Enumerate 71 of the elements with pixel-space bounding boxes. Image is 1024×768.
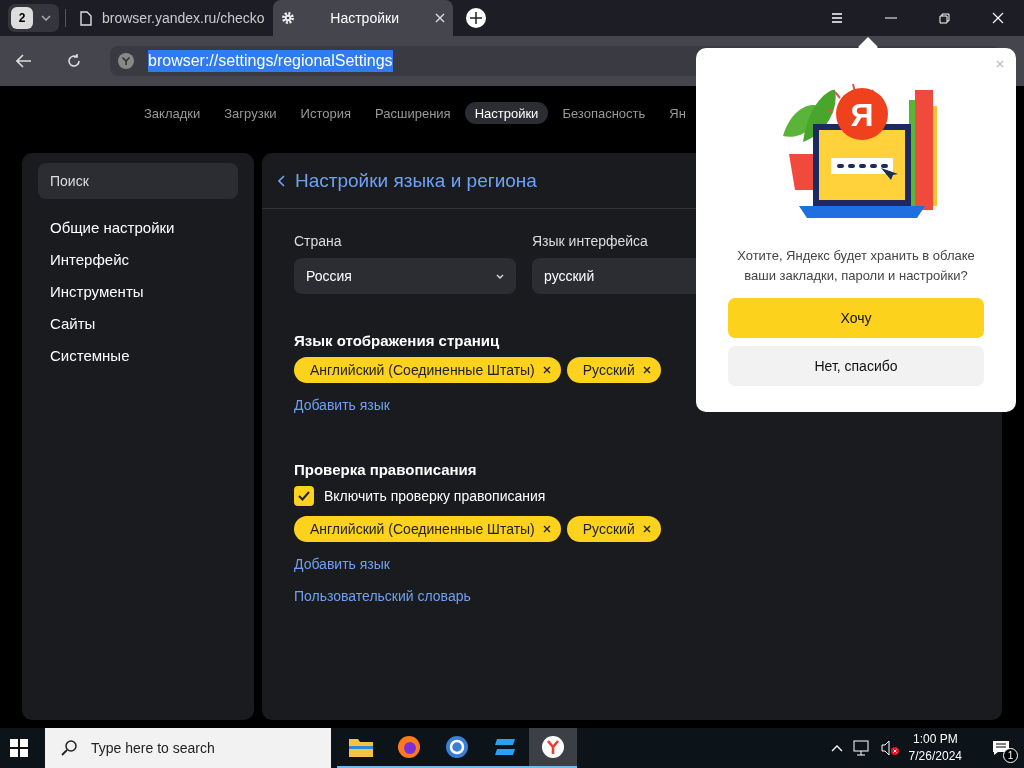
taskbar-search-field[interactable]: Type here to search bbox=[45, 728, 331, 768]
sidebar-item[interactable]: Инструменты bbox=[38, 276, 238, 308]
field-label: Страна bbox=[294, 233, 343, 249]
add-language-link[interactable]: Добавить язык bbox=[294, 556, 390, 572]
check-icon bbox=[298, 491, 310, 501]
new-tab-icon[interactable] bbox=[464, 7, 487, 29]
folder-icon bbox=[349, 737, 373, 757]
chevron-down-icon bbox=[41, 15, 51, 21]
remove-icon[interactable] bbox=[642, 366, 651, 374]
page-title: Настройки языка и региона bbox=[295, 169, 537, 192]
dictionary-link[interactable]: Пользовательский словарь bbox=[294, 588, 471, 604]
fox-globe-icon bbox=[397, 735, 421, 759]
search-field[interactable]: Поиск bbox=[38, 163, 238, 199]
accept-button[interactable]: Хочу bbox=[728, 298, 984, 338]
remove-icon[interactable] bbox=[542, 525, 551, 533]
windows-start-icon[interactable] bbox=[10, 739, 28, 757]
network-icon[interactable] bbox=[852, 740, 871, 756]
decline-button[interactable]: Нет, спасибо bbox=[728, 346, 984, 386]
back-chevron-icon[interactable] bbox=[278, 174, 285, 187]
language-dropdown[interactable]: русский bbox=[532, 258, 696, 294]
remove-icon[interactable] bbox=[542, 366, 551, 374]
chip-label: Русский bbox=[582, 362, 635, 378]
tab-counter[interactable]: 2 bbox=[8, 4, 59, 32]
chevron-down-icon bbox=[496, 273, 504, 279]
sidebar-item[interactable]: Сайты bbox=[38, 308, 238, 340]
field-label: Язык интерфейса bbox=[532, 233, 649, 249]
menu-icon[interactable] bbox=[831, 13, 843, 23]
section-heading: Проверка правописания bbox=[294, 461, 477, 478]
close-icon[interactable] bbox=[434, 13, 445, 23]
tab-title: Настройки bbox=[330, 10, 399, 26]
logo-letter: Я bbox=[850, 97, 874, 133]
url-text: browser://settings/regionalSettings bbox=[148, 50, 393, 72]
nav-tab[interactable]: История bbox=[290, 102, 361, 124]
remove-icon[interactable] bbox=[642, 525, 651, 533]
chip-label: Русский bbox=[582, 521, 635, 537]
document-icon bbox=[80, 10, 92, 26]
message-icon bbox=[992, 740, 1010, 756]
sidebar-item[interactable]: Интерфейс bbox=[38, 244, 238, 276]
browser-tab[interactable]: Настройки bbox=[272, 0, 453, 36]
gear-icon bbox=[280, 11, 295, 25]
section-heading: Язык отображения страниц bbox=[294, 332, 500, 349]
nav-tab[interactable]: Безопасность bbox=[552, 102, 656, 124]
notifications-button[interactable]: 1 bbox=[986, 733, 1016, 763]
country-dropdown[interactable]: Россия bbox=[294, 258, 516, 294]
nav-tab[interactable]: Расширения bbox=[365, 102, 461, 124]
taskbar-app[interactable] bbox=[529, 728, 577, 768]
notification-badge: 1 bbox=[1003, 748, 1018, 763]
sidebar-item[interactable]: Системные bbox=[38, 340, 238, 372]
chevron-up-icon[interactable] bbox=[830, 744, 843, 752]
reload-icon[interactable] bbox=[66, 53, 82, 69]
search-icon bbox=[61, 740, 77, 756]
browser-logo-icon bbox=[118, 53, 134, 69]
chip-label: Английский (Соединенные Штаты) bbox=[310, 521, 535, 537]
ring-icon bbox=[445, 735, 469, 759]
nav-tab[interactable]: Загрузки bbox=[214, 102, 287, 124]
popup-message: Хотите, Яндекс будет хранить в облаке ваши закладки, пароли и настройки? bbox=[736, 247, 976, 285]
back-icon[interactable] bbox=[16, 54, 32, 68]
muted-speaker-icon[interactable] bbox=[880, 740, 899, 756]
tab-title: browser.yandex.ru/checko bbox=[102, 10, 265, 26]
browser-tab[interactable]: browser.yandex.ru/checko bbox=[72, 0, 273, 36]
nav-tab[interactable]: Настройки bbox=[464, 102, 549, 124]
nav-tab[interactable]: Ян bbox=[659, 102, 696, 124]
y-logo-icon bbox=[541, 735, 565, 759]
nav-tab[interactable]: Закладки bbox=[134, 102, 211, 124]
chip-label: Английский (Соединенные Штаты) bbox=[310, 362, 535, 378]
checkbox-label: Включить проверку правописания bbox=[324, 488, 546, 504]
restore-icon[interactable] bbox=[939, 12, 950, 24]
clock[interactable]: 1:00 PM 7/26/2024 bbox=[908, 731, 962, 765]
add-language-link[interactable]: Добавить язык bbox=[294, 397, 390, 413]
checkbox[interactable] bbox=[294, 486, 314, 506]
sidebar-item[interactable]: Общие настройки bbox=[38, 212, 238, 244]
